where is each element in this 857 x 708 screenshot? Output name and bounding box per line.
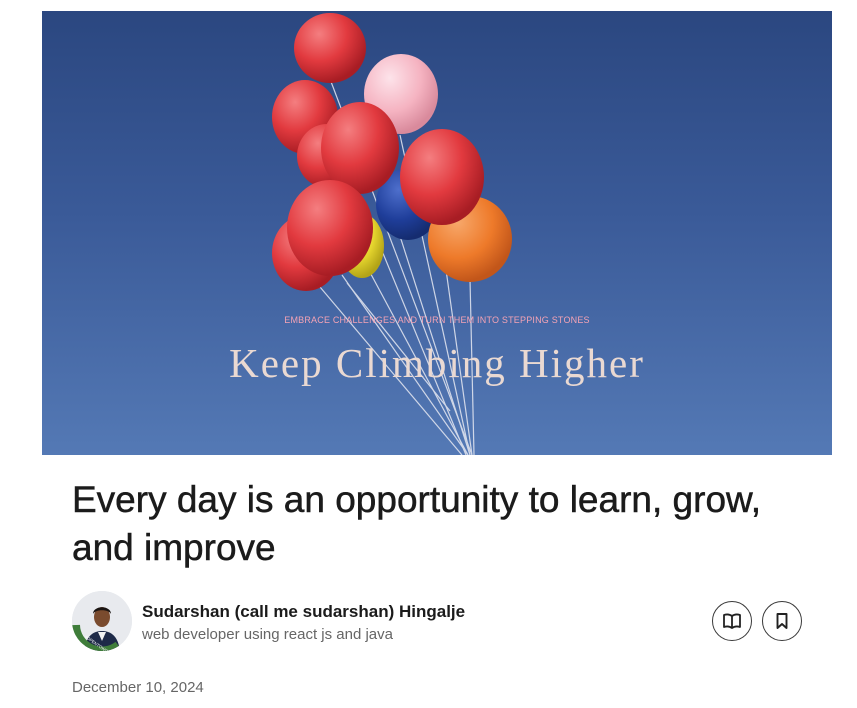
cover-image: EMBRACE CHALLENGES AND TURN THEM INTO ST… — [42, 11, 832, 455]
author-tagline: web developer using react js and java — [142, 626, 393, 643]
author-avatar[interactable]: #OPENTOWORK — [72, 591, 132, 651]
publish-date: December 10, 2024 — [72, 679, 204, 696]
open-book-icon — [723, 613, 741, 629]
cover-headline: Keep Climbing Higher — [229, 340, 645, 386]
article-title: Every day is an opportunity to learn, gr… — [72, 479, 761, 569]
read-button[interactable] — [712, 601, 752, 641]
author-name[interactable]: Sudarshan (call me sudarshan) Hingalje — [142, 602, 465, 622]
article-page: EMBRACE CHALLENGES AND TURN THEM INTO ST… — [0, 0, 857, 708]
bookmark-icon — [776, 613, 788, 629]
balloons-illustration — [272, 13, 512, 455]
save-button[interactable] — [762, 601, 802, 641]
cover-tagline: EMBRACE CHALLENGES AND TURN THEM INTO ST… — [284, 315, 590, 325]
